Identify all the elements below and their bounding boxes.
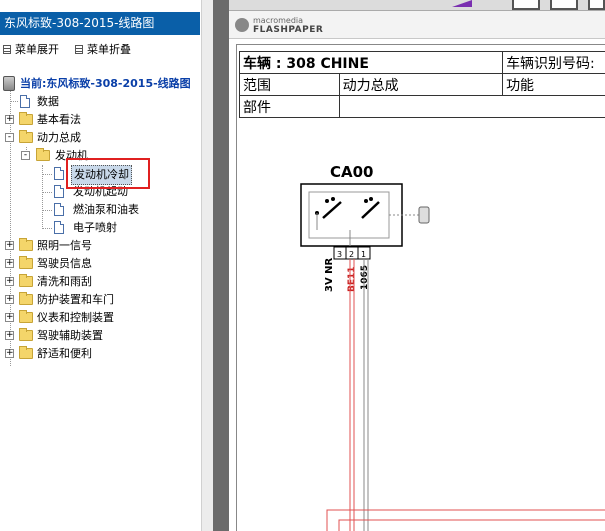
collapse-toggle-icon[interactable]: - <box>5 133 14 142</box>
tree-root-label: 当前:东风标致-308-2015-线路图 <box>20 77 191 90</box>
expand-toggle-icon[interactable]: + <box>5 313 14 322</box>
document-icon <box>54 185 64 198</box>
tree-item-label: 数据 <box>37 95 59 108</box>
list-icon <box>75 45 83 54</box>
folder-open-icon <box>19 130 33 143</box>
switch-node <box>325 199 329 203</box>
wiring-diagram: CA00 3 2 1 3V NR BE11 1065 <box>300 163 605 531</box>
tree-item[interactable]: + 舒适和便利 <box>0 345 200 363</box>
document-icon <box>54 203 64 216</box>
component-code: CA00 <box>330 163 374 181</box>
folder-open-icon <box>36 148 50 161</box>
document-icon <box>54 167 64 180</box>
tree-item-label: 驾驶员信息 <box>37 257 92 270</box>
list-icon <box>3 45 11 54</box>
tree-item-label: 驾驶辅助装置 <box>37 329 103 342</box>
folder-icon <box>19 112 33 125</box>
expand-toggle-icon[interactable]: + <box>5 295 14 304</box>
pin-label: 3 <box>337 250 342 259</box>
switch-node <box>364 199 368 203</box>
switch-node <box>331 197 335 201</box>
tree-item[interactable]: + 防护装置和车门 <box>0 291 200 309</box>
folder-icon <box>19 292 33 305</box>
tree-item-label: 电子喷射 <box>73 221 117 234</box>
panel-title: 东风标致-308-2015-线路图 <box>0 12 200 35</box>
tree-item-label: 仪表和控制装置 <box>37 311 114 324</box>
wire-label-red: BE11 <box>347 266 357 292</box>
expand-menu-label: 菜单展开 <box>15 43 59 56</box>
expand-toggle-icon[interactable]: + <box>5 331 14 340</box>
left-nav-panel: 东风标致-308-2015-线路图 菜单展开 菜单折叠 当前:东风标致-308-… <box>0 0 213 531</box>
tree-item-label: 动力总成 <box>37 131 81 144</box>
selection-highlight-box <box>66 158 150 189</box>
folder-icon <box>19 310 33 323</box>
tree-item[interactable]: + 基本看法 <box>0 111 200 129</box>
tree-item-label: 照明一信号 <box>37 239 92 252</box>
folder-icon <box>19 256 33 269</box>
left-panel-scrollbar[interactable] <box>201 0 213 531</box>
folder-icon <box>19 328 33 341</box>
tree-item[interactable]: 燃油泵和油表 <box>0 201 200 219</box>
tree-item[interactable]: - 动力总成 <box>0 129 200 147</box>
tree-item-label: 防护装置和车门 <box>37 293 114 306</box>
folder-icon <box>19 346 33 359</box>
tree-item[interactable]: 数据 <box>0 93 200 111</box>
pin-label: 1 <box>361 250 366 259</box>
tree-item[interactable]: + 驾驶辅助装置 <box>0 327 200 345</box>
tree-item[interactable]: + 照明一信号 <box>0 237 200 255</box>
collapse-toggle-icon[interactable]: - <box>21 151 30 160</box>
wire-label: 3V NR <box>324 257 335 292</box>
document-icon <box>20 95 30 108</box>
tree-item-label: 基本看法 <box>37 113 81 126</box>
tree-item[interactable]: + 仪表和控制装置 <box>0 309 200 327</box>
expand-toggle-icon[interactable]: + <box>5 259 14 268</box>
sensor-plug-icon <box>418 206 430 224</box>
switch-node <box>369 197 373 201</box>
document-icon <box>54 221 64 234</box>
expand-toggle-icon[interactable]: + <box>5 349 14 358</box>
component-inner-box <box>308 191 390 239</box>
bottom-bus-wire <box>338 519 605 531</box>
panel-splitter[interactable] <box>213 0 229 531</box>
collapse-menu-label: 菜单折叠 <box>87 43 131 56</box>
expand-toggle-icon[interactable]: + <box>5 115 14 124</box>
tree-item[interactable]: 电子喷射 <box>0 219 200 237</box>
tree-item[interactable]: + 驾驶员信息 <box>0 255 200 273</box>
tree-item[interactable]: + 清洗和雨刮 <box>0 273 200 291</box>
tree-item-label: 舒适和便利 <box>37 347 92 360</box>
expand-toggle-icon[interactable]: + <box>5 241 14 250</box>
expand-toggle-icon[interactable]: + <box>5 277 14 286</box>
collapse-menu-button[interactable]: 菜单折叠 <box>75 41 131 57</box>
pin-label: 2 <box>349 250 354 259</box>
folder-icon <box>19 274 33 287</box>
folder-icon <box>19 238 33 251</box>
computer-icon <box>3 76 15 91</box>
tree-item-label: 清洗和雨刮 <box>37 275 92 288</box>
tree-item-label: 燃油泵和油表 <box>73 203 139 216</box>
document-viewer: macromedia FLASHPAPER 车辆 : 308 CHINE 车辆识… <box>229 0 605 531</box>
expand-menu-button[interactable]: 菜单展开 <box>3 41 59 57</box>
